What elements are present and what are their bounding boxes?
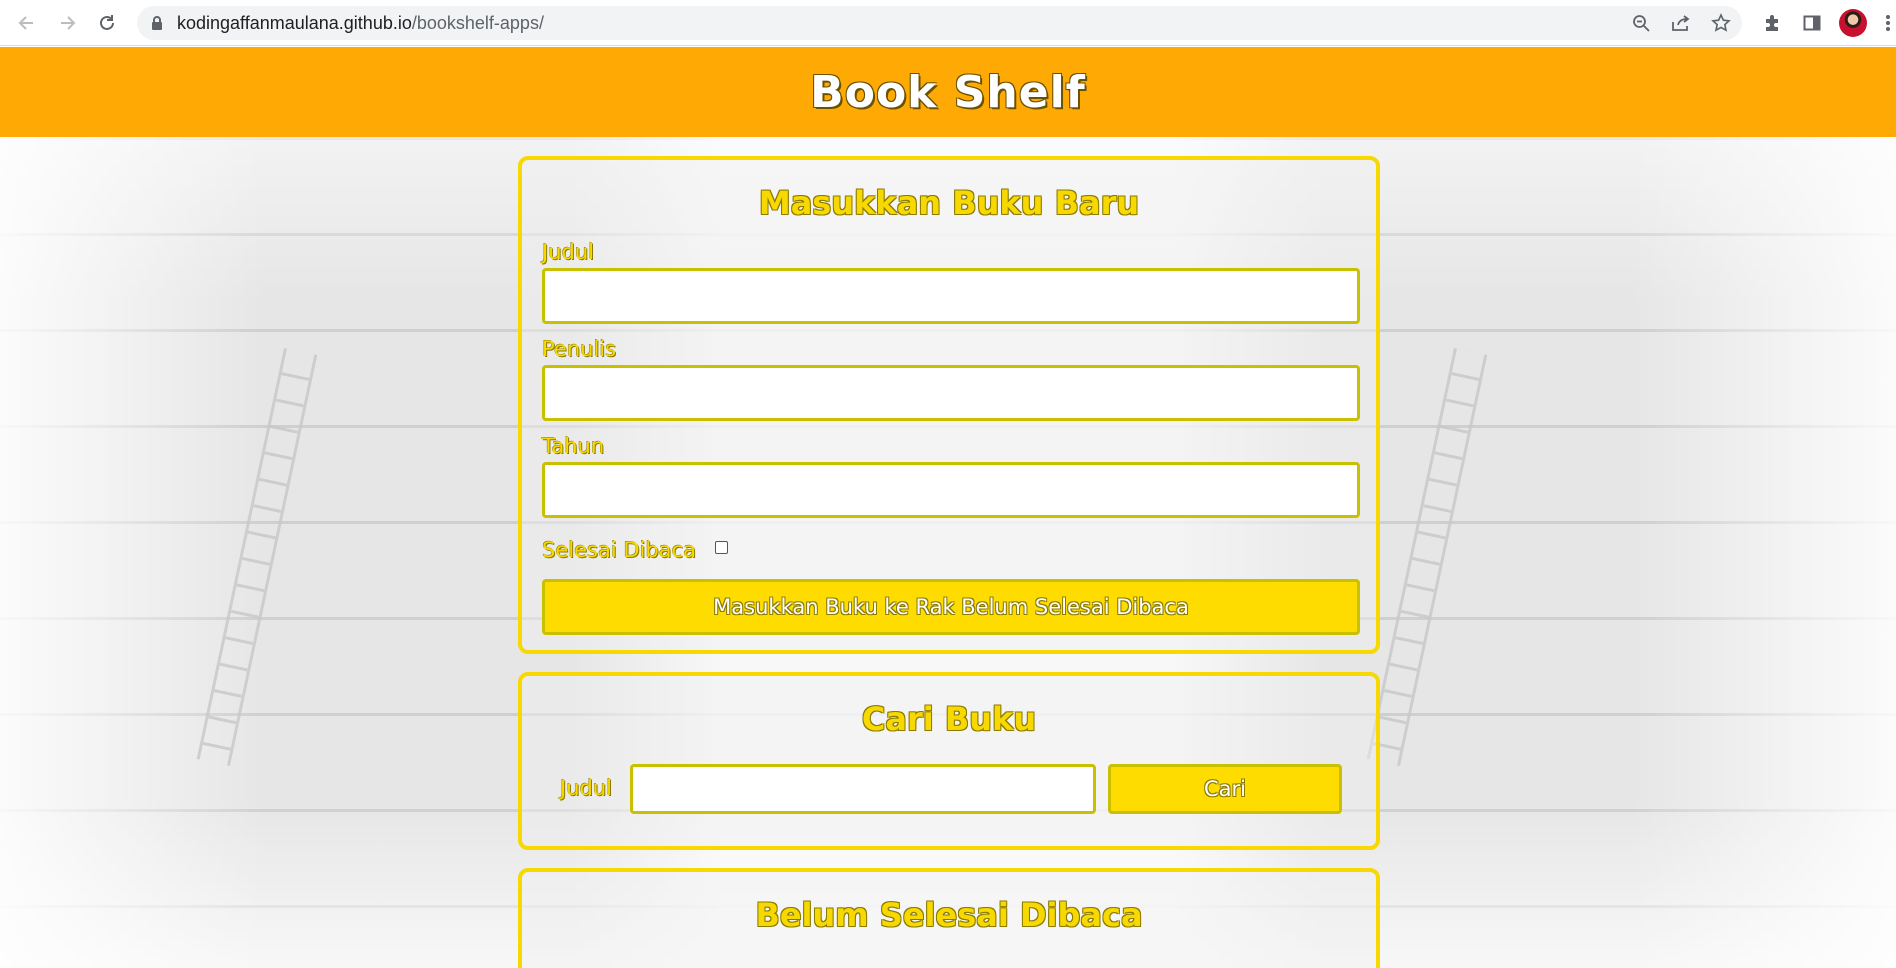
share-icon[interactable] <box>1669 11 1693 35</box>
title-input[interactable] <box>542 268 1360 324</box>
search-section-title: Cari Buku <box>861 700 1037 738</box>
side-panel-icon[interactable] <box>1800 11 1824 35</box>
forward-icon[interactable] <box>52 8 82 38</box>
search-title-label: Judul <box>560 776 612 800</box>
submit-book-button[interactable]: Masukkan Buku ke Rak Belum Selesai Dibac… <box>542 579 1360 635</box>
year-input[interactable] <box>542 462 1360 518</box>
author-label: Penulis <box>542 337 617 361</box>
submit-book-label: Masukkan Buku ke Rak Belum Selesai Dibac… <box>713 595 1189 619</box>
complete-label: Selesai Dibaca <box>542 538 696 562</box>
reload-icon[interactable] <box>92 8 122 38</box>
browser-toolbar: kodingaffanmaulana.github.io/bookshelf-a… <box>0 0 1896 46</box>
ladder-illustration <box>1366 348 1488 766</box>
search-button[interactable]: Cari <box>1108 764 1342 814</box>
author-input[interactable] <box>542 365 1360 421</box>
ladder-illustration <box>196 348 318 766</box>
back-icon[interactable] <box>12 8 42 38</box>
input-section-title: Masukkan Buku Baru <box>758 184 1140 222</box>
url-text[interactable]: kodingaffanmaulana.github.io/bookshelf-a… <box>177 6 544 40</box>
title-label: Judul <box>542 240 594 264</box>
url-host: kodingaffanmaulana.github.io <box>177 13 412 33</box>
page-title: Book Shelf <box>810 66 1086 118</box>
incomplete-bookshelf-section: Belum Selesai Dibaca <box>518 868 1380 968</box>
search-button-label: Cari <box>1204 777 1246 801</box>
search-book-section: Cari Buku Judul Cari <box>518 672 1380 850</box>
year-label: Tahun <box>542 434 605 458</box>
search-input[interactable] <box>630 764 1096 814</box>
url-path: /bookshelf-apps/ <box>411 13 544 33</box>
menu-icon[interactable] <box>1880 11 1896 35</box>
address-bar[interactable]: kodingaffanmaulana.github.io/bookshelf-a… <box>137 6 1742 40</box>
lock-icon[interactable] <box>151 15 163 36</box>
extensions-icon[interactable] <box>1760 11 1784 35</box>
input-book-section: Masukkan Buku Baru Judul Penulis Tahun S… <box>518 156 1380 654</box>
complete-checkbox[interactable] <box>715 541 728 554</box>
bookmark-star-icon[interactable] <box>1709 11 1733 35</box>
incomplete-section-title: Belum Selesai Dibaca <box>755 896 1143 934</box>
zoom-icon[interactable] <box>1629 11 1653 35</box>
app-header: Book Shelf <box>0 47 1896 137</box>
avatar[interactable] <box>1839 9 1867 37</box>
